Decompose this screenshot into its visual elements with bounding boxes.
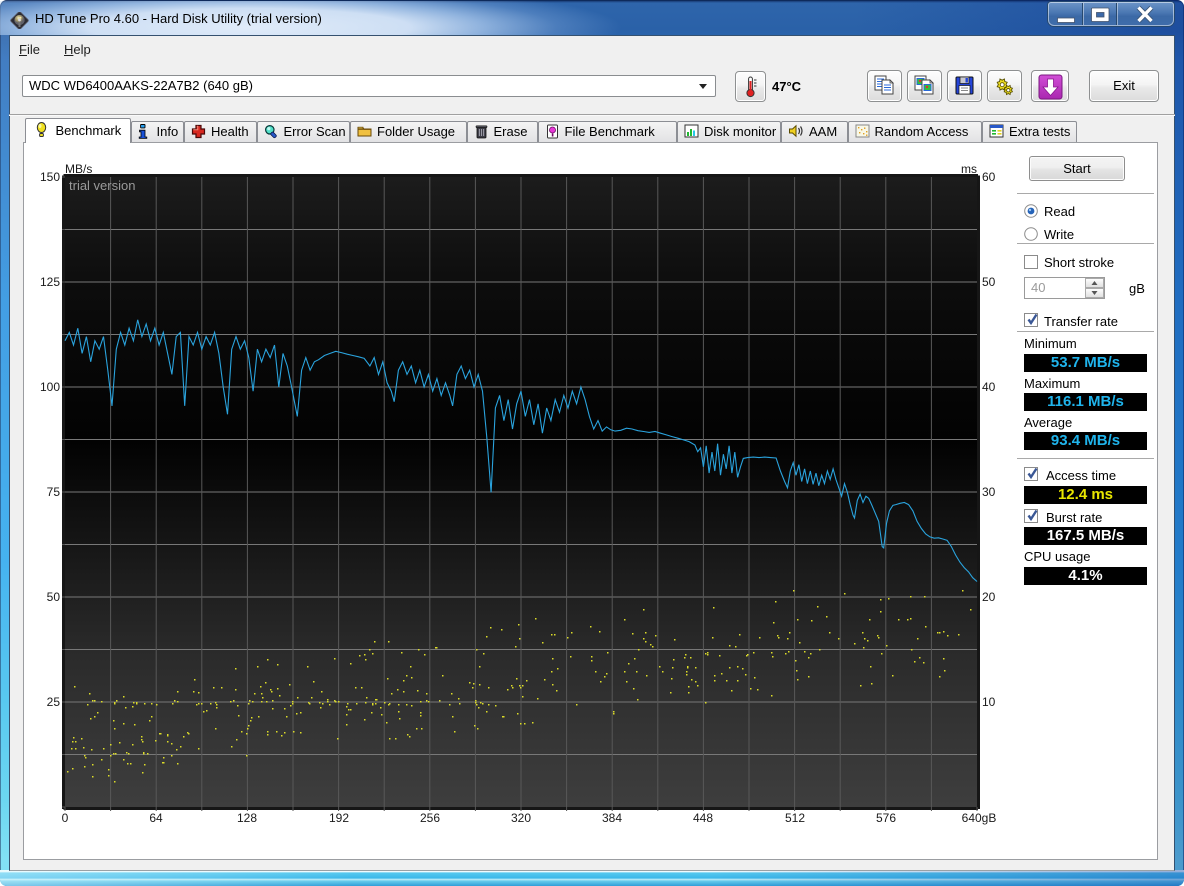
svg-text:trial version: trial version	[69, 178, 135, 193]
